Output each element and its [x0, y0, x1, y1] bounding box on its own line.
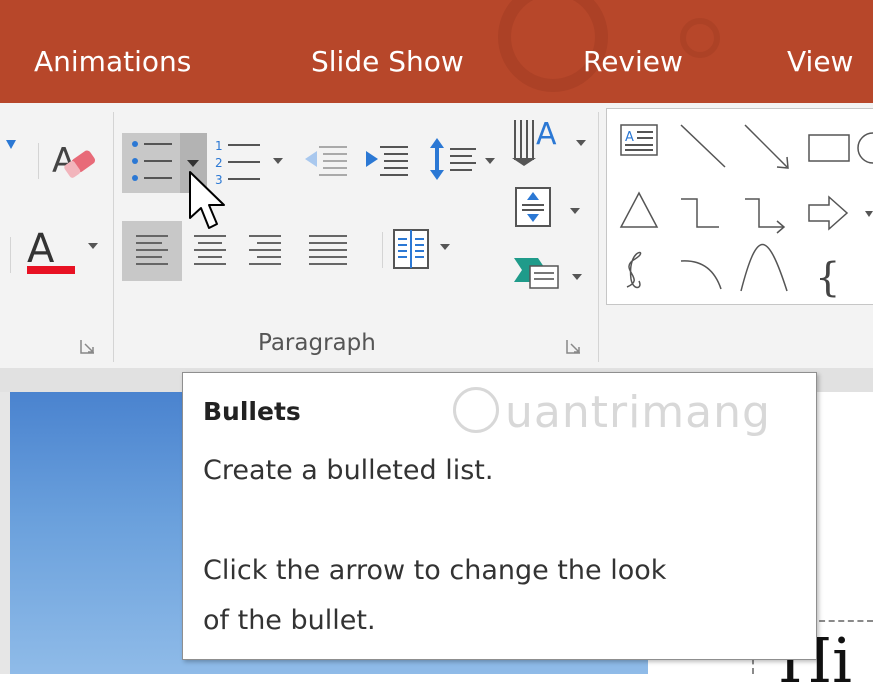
tooltip-hint-line-1: Click the arrow to change the look [203, 555, 667, 586]
decrease-indent-icon [305, 146, 347, 176]
arc-shape-icon [680, 260, 722, 290]
increase-indent-button[interactable] [364, 140, 412, 184]
columns-button[interactable] [392, 228, 458, 274]
watermark-logo-icon [453, 387, 499, 433]
paragraph-dialog-launcher-icon[interactable] [566, 339, 582, 355]
font-size-dropdown-icon[interactable] [6, 140, 18, 154]
watermark-text: uantrimang [505, 387, 771, 438]
separator [382, 232, 383, 268]
left-brace-shape-icon: { [815, 255, 840, 301]
svg-text:A: A [625, 130, 634, 145]
tab-animations[interactable]: Animations [34, 44, 191, 80]
font-color-dropdown-caret[interactable] [88, 243, 98, 249]
oval-shape-icon [857, 132, 873, 164]
arrow-line-shape-icon [744, 124, 789, 169]
group-separator [598, 112, 599, 362]
center-icon [194, 235, 226, 265]
triangle-shape-icon [619, 191, 659, 228]
line-shape-icon [680, 124, 726, 168]
text-direction-icon: A [512, 117, 586, 166]
shapes-gallery[interactable]: A { [606, 108, 873, 305]
separator [38, 143, 39, 179]
decorative-circle [680, 18, 720, 58]
tab-review[interactable]: Review [583, 44, 683, 80]
tab-slide-show[interactable]: Slide Show [311, 44, 464, 80]
justify-button[interactable] [305, 227, 351, 277]
mouse-pointer-icon [189, 171, 225, 229]
align-right-button[interactable] [245, 227, 285, 277]
group-separator [113, 112, 114, 362]
shapes-gallery-icons: A { [619, 124, 873, 301]
align-left-icon [136, 235, 168, 265]
curve-shape-icon [740, 243, 788, 292]
svg-text:A: A [27, 228, 55, 272]
increase-indent-icon [366, 146, 408, 176]
text-box-shape-icon: A [620, 124, 658, 156]
watermark: uantrimang [445, 373, 785, 463]
font-color-button[interactable]: A [25, 228, 81, 278]
separator [10, 237, 11, 273]
rectangle-shape-icon [808, 134, 850, 162]
svg-text:2: 2 [215, 156, 223, 170]
right-arrow-shape-icon [808, 195, 849, 231]
justify-icon [309, 235, 347, 265]
elbow-arrow-connector-shape-icon [745, 198, 786, 234]
columns-icon [393, 229, 450, 269]
svg-text:1: 1 [215, 139, 223, 153]
tooltip-title: Bullets [203, 397, 301, 426]
freeform-shape-icon [626, 251, 642, 289]
center-button[interactable] [190, 227, 230, 277]
line-spacing-icon [430, 138, 495, 180]
text-direction-button[interactable]: A [512, 114, 590, 170]
convert-to-smartart-icon [514, 258, 582, 289]
clear-formatting-button[interactable]: A [52, 138, 102, 184]
align-text-button[interactable] [514, 186, 590, 232]
bullets-tooltip: uantrimang Bullets Create a bulleted lis… [182, 372, 817, 660]
decrease-indent-button[interactable] [303, 140, 351, 184]
svg-text:A: A [536, 117, 557, 152]
font-dialog-launcher-icon[interactable] [80, 339, 96, 355]
align-left-button[interactable] [122, 221, 182, 281]
align-text-icon [515, 187, 580, 227]
convert-to-smartart-button[interactable] [512, 252, 590, 292]
elbow-connector-shape-icon [681, 198, 719, 228]
clear-formatting-icon: A [52, 141, 96, 181]
align-right-icon [249, 235, 281, 265]
line-spacing-button[interactable] [428, 136, 498, 186]
tab-view[interactable]: View [787, 44, 853, 80]
more-shapes-caret [865, 211, 873, 217]
paragraph-group-label: Paragraph [258, 330, 376, 356]
font-color-icon: A [27, 228, 75, 274]
tooltip-description: Create a bulleted list. [203, 455, 494, 486]
tooltip-hint-line-2: of the bullet. [203, 605, 376, 636]
ribbon-tab-bar: Animations Slide Show Review View [0, 0, 873, 103]
